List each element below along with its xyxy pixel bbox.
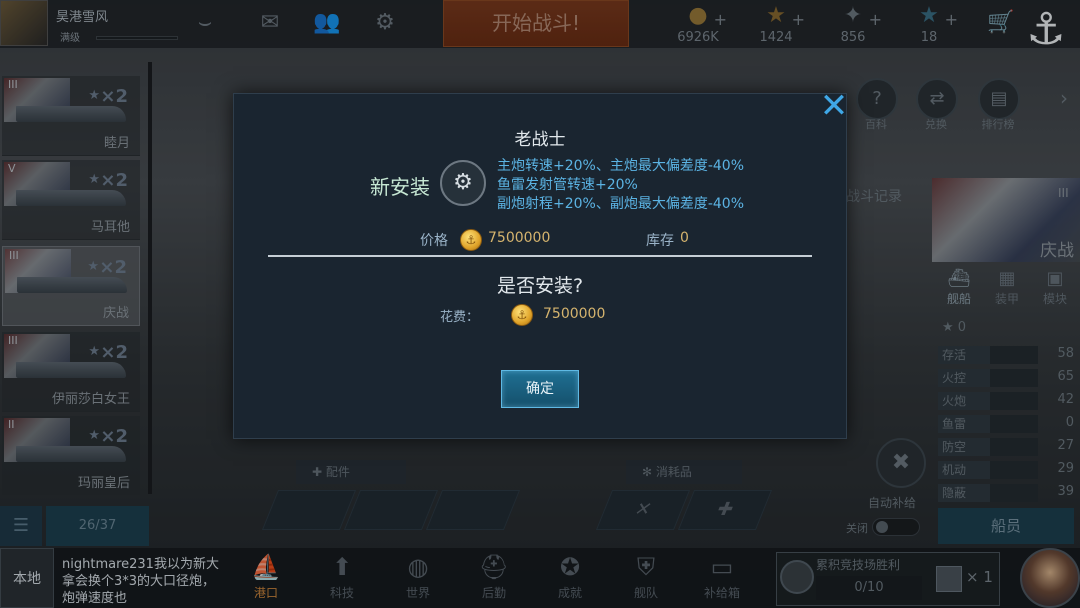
- module-effects: 主炮转速+20%、主炮最大偏差度-40% 鱼雷发射管转速+20% 副炮射程+20…: [497, 157, 744, 214]
- cost-label: 花费：: [440, 310, 480, 325]
- cost-value: 7500000: [543, 306, 606, 322]
- dialog-title: 老战士: [514, 130, 566, 150]
- gun-module-icon: ⚙: [440, 160, 486, 206]
- close-icon[interactable]: ✕: [816, 88, 852, 124]
- gold-coin-icon: ⚓: [511, 304, 533, 326]
- effect-line: 副炮射程+20%、副炮最大偏差度-40%: [497, 196, 745, 212]
- price-label: 价格: [420, 233, 448, 249]
- effect-line: 主炮转速+20%、主炮最大偏差度-40%: [497, 158, 745, 174]
- effect-line: 鱼雷发射管转速+20%: [497, 177, 638, 193]
- stock-label: 库存: [646, 233, 674, 249]
- stock-value: 0: [680, 230, 689, 246]
- divider: [268, 255, 812, 257]
- gold-coin-icon: ⚓: [460, 229, 482, 251]
- confirm-button[interactable]: 确定: [501, 370, 579, 408]
- price-value: 7500000: [488, 230, 551, 246]
- confirm-question: 是否安装?: [496, 275, 584, 297]
- new-install-label: 新安装: [370, 175, 430, 199]
